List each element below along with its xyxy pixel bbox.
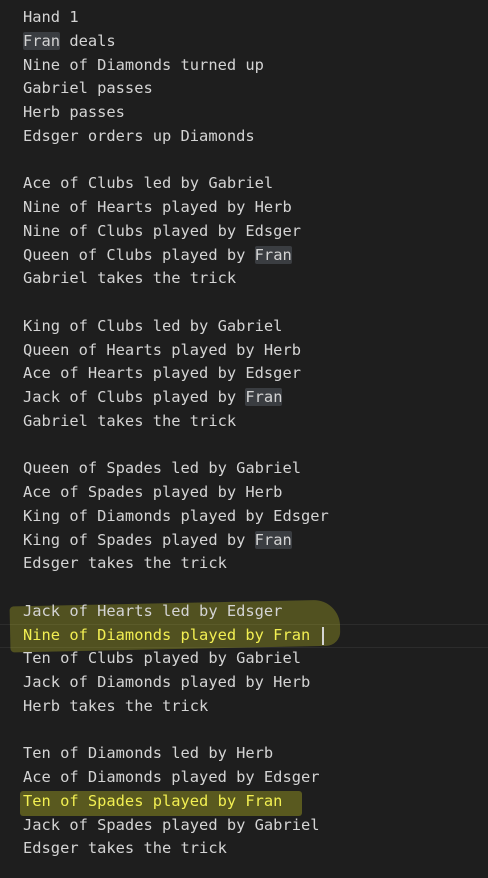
editor-line: Ace of Clubs led by Gabriel — [23, 174, 274, 192]
editor-line: Ten of Diamonds led by Herb — [23, 744, 274, 762]
line-text: King of Spades played by — [23, 531, 255, 549]
editor-line: Edsger orders up Diamonds — [23, 127, 255, 145]
editor-line: Queen of Clubs played by Fran — [23, 244, 292, 268]
editor-line: Queen of Spades led by Gabriel — [23, 459, 301, 477]
editor-line: Jack of Clubs played by Fran — [23, 386, 283, 410]
editor-line: Ace of Spades played by Herb — [23, 483, 283, 501]
text-editor[interactable]: Hand 1 Fran deals Nine of Diamonds turne… — [0, 0, 488, 878]
editor-line: Ace of Diamonds played by Edsger — [23, 768, 320, 786]
editor-line: Herb passes — [23, 103, 125, 121]
editor-line: Nine of Clubs played by Edsger — [23, 222, 301, 240]
editor-line-current: Nine of Diamonds played by Fran — [23, 626, 311, 644]
line-text: Queen of Clubs played by — [23, 246, 255, 264]
editor-line: Ten of Spades played by Fran — [23, 792, 283, 810]
editor-line: King of Clubs led by Gabriel — [23, 317, 283, 335]
highlighted-word: Fran — [254, 531, 292, 549]
editor-line: Gabriel takes the trick — [23, 269, 237, 287]
editor-line: Ace of Hearts played by Edsger — [23, 364, 301, 382]
editor-line: Ten of Clubs played by Gabriel — [23, 649, 301, 667]
editor-line: King of Diamonds played by Edsger — [23, 507, 329, 525]
line-text: deals — [60, 32, 116, 50]
editor-line: Herb takes the trick — [23, 697, 209, 715]
editor-line: Edsger takes the trick — [23, 554, 227, 572]
editor-line: Fran deals — [23, 30, 116, 54]
editor-line: Nine of Hearts played by Herb — [23, 198, 292, 216]
editor-line: Gabriel passes — [23, 79, 153, 97]
highlighted-word: Fran — [245, 388, 283, 406]
highlighted-word: Fran — [23, 32, 61, 50]
editor-line: Jack of Spades played by Gabriel — [23, 816, 320, 834]
editor-line: Jack of Hearts led by Edsger — [23, 602, 283, 620]
editor-line: Edsger takes the trick — [23, 839, 227, 857]
editor-line: Jack of Diamonds played by Herb — [23, 673, 311, 691]
editor-line: Hand 1 — [23, 8, 79, 26]
highlighted-word: Fran — [254, 246, 292, 264]
text-cursor — [322, 627, 324, 645]
editor-line: Gabriel takes the trick — [23, 412, 237, 430]
editor-line: Queen of Hearts played by Herb — [23, 341, 301, 359]
editor-line: Nine of Diamonds turned up — [23, 56, 264, 74]
editor-line: King of Spades played by Fran — [23, 529, 292, 553]
line-text: Jack of Clubs played by — [23, 388, 246, 406]
